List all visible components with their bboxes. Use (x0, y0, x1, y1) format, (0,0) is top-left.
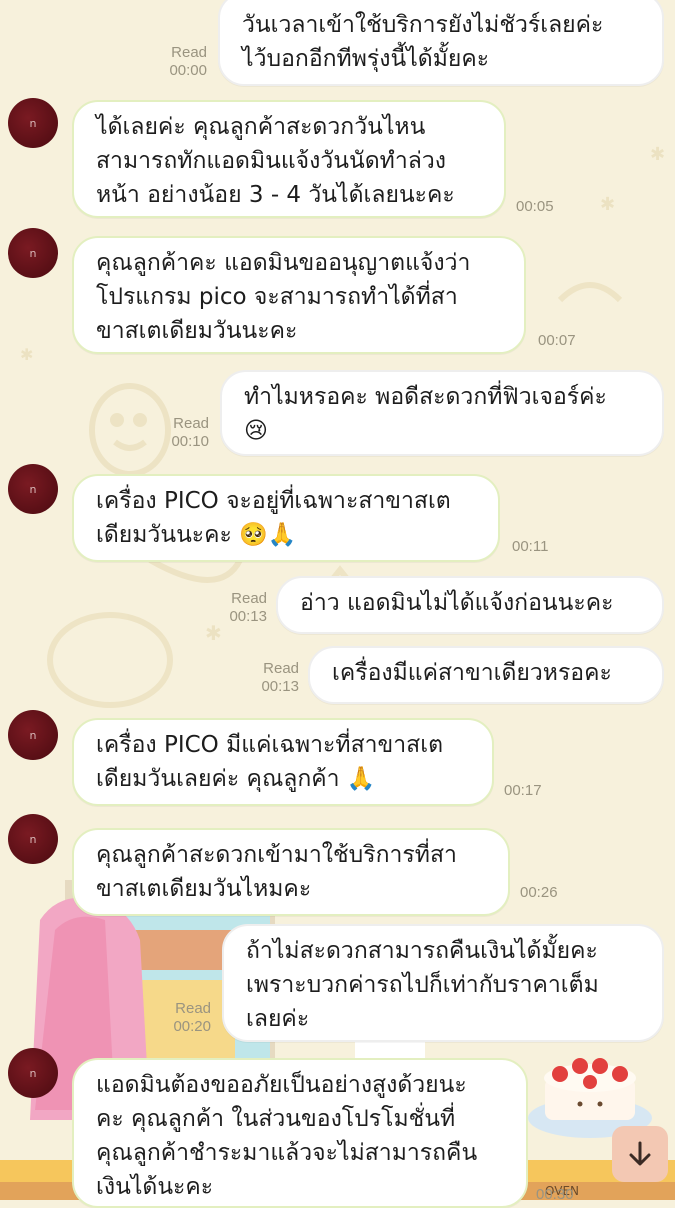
avatar-initial: n (29, 116, 37, 130)
message-bubble-incoming[interactable]: เครื่อง PICO มีแค่เฉพาะที่สาขาสเต เดียมว… (72, 718, 494, 806)
message-bubble-outgoing[interactable]: ถ้าไม่สะดวกสามารถคืนเงินได้มั้ยคะ เพราะบ… (222, 924, 664, 1042)
message-time: 00:30 (536, 1186, 574, 1203)
message-meta: Read 00:20 (173, 1000, 211, 1036)
chat-thread: Read 00:00 วันเวลาเข้าใช้บริการยังไม่ชัว… (0, 0, 675, 1208)
read-receipt: Read (263, 660, 299, 677)
avatar[interactable]: n (8, 228, 58, 278)
message-meta: Read 00:00 (169, 44, 207, 80)
message-bubble-outgoing[interactable]: วันเวลาเข้าใช้บริการยังไม่ชัวร์เลยค่ะ ไว… (218, 0, 664, 86)
message-bubble-incoming[interactable]: คุณลูกค้าคะ แอดมินขออนุญาตแจ้งว่า โปรแกร… (72, 236, 526, 354)
message-time: 00:11 (512, 538, 549, 555)
read-receipt: Read (175, 1000, 211, 1017)
message-time: 00:26 (520, 884, 558, 901)
avatar[interactable]: n (8, 814, 58, 864)
message-meta: Read 00:13 (229, 590, 267, 626)
message-bubble-incoming[interactable]: ได้เลยค่ะ คุณลูกค้าสะดวกวันไหน สามารถทัก… (72, 100, 506, 218)
message-time: 00:13 (261, 678, 299, 695)
message-time: 00:00 (169, 62, 207, 79)
message-time: 00:07 (538, 332, 576, 349)
message-time: 00:13 (229, 608, 267, 625)
read-receipt: Read (171, 44, 207, 61)
avatar-initial: n (29, 246, 37, 260)
message-time: 00:10 (171, 433, 209, 450)
avatar[interactable]: n (8, 1048, 58, 1098)
message-bubble-outgoing[interactable]: ทำไมหรอคะ พอดีสะดวกที่ฟิวเจอร์ค่ะ 😢 (220, 370, 664, 456)
message-bubble-outgoing[interactable]: เครื่องมีแค่สาขาเดียวหรอคะ (308, 646, 664, 704)
avatar[interactable]: n (8, 98, 58, 148)
avatar-initial: n (29, 728, 37, 742)
avatar[interactable]: n (8, 464, 58, 514)
avatar-initial: n (29, 1066, 37, 1080)
message-meta: Read 00:10 (171, 415, 209, 451)
message-meta: Read 00:13 (261, 660, 299, 696)
message-time: 00:17 (504, 782, 542, 799)
message-time: 00:20 (173, 1018, 211, 1035)
arrow-down-icon (629, 1141, 651, 1166)
read-receipt: Read (231, 590, 267, 607)
avatar[interactable]: n (8, 710, 58, 760)
read-receipt: Read (173, 415, 209, 432)
avatar-initial: n (29, 482, 37, 496)
avatar-initial: n (29, 832, 37, 846)
message-bubble-incoming[interactable]: เครื่อง PICO จะอยู่ที่เฉพาะสาขาสเต เดียม… (72, 474, 500, 562)
message-bubble-incoming[interactable]: แอดมินต้องขออภัยเป็นอย่างสูงด้วยนะ คะ คุ… (72, 1058, 528, 1208)
scroll-to-bottom-button[interactable] (612, 1126, 668, 1182)
message-bubble-outgoing[interactable]: อ่าว แอดมินไม่ได้แจ้งก่อนนะคะ (276, 576, 664, 634)
message-time: 00:05 (516, 198, 554, 215)
message-bubble-incoming[interactable]: คุณลูกค้าสะดวกเข้ามาใช้บริการที่สา ขาสเต… (72, 828, 510, 916)
